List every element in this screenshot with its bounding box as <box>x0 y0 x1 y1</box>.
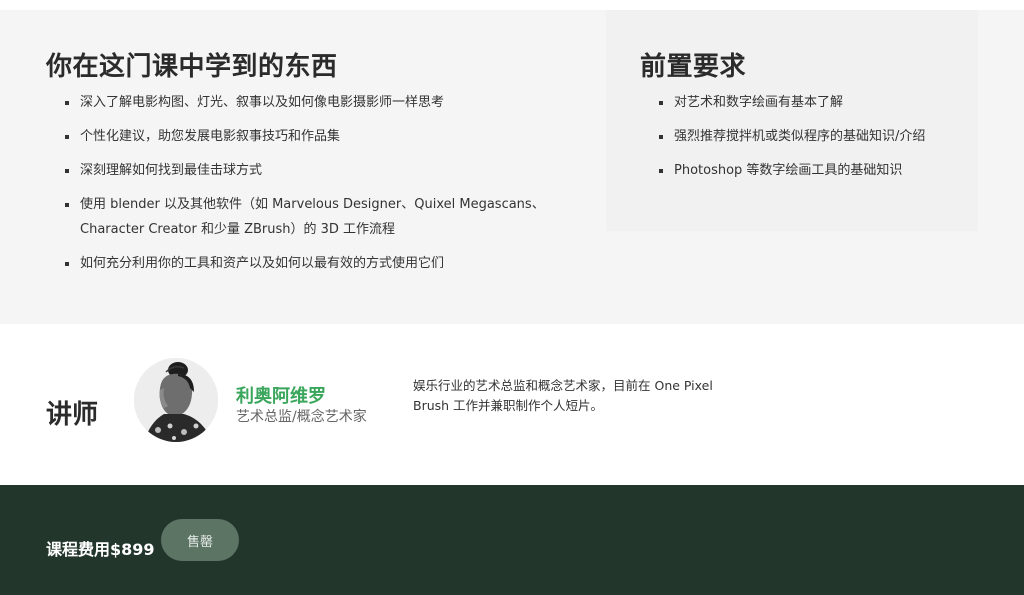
instructor-avatar <box>134 358 218 442</box>
learn-item: 深刻理解如何找到最佳击球方式 <box>46 158 606 183</box>
course-price: 课程费用$899 <box>46 540 155 559</box>
purchase-bar: 课程费用$899 售罄 <box>0 485 1024 595</box>
sold-out-button[interactable]: 售罄 <box>161 519 239 561</box>
instructor-heading: 讲师 <box>46 400 99 430</box>
learn-column: 你在这门课中学到的东西 深入了解电影构图、灯光、叙事以及如何像电影摄影师一样思考… <box>46 50 606 285</box>
instructor-bio: 娱乐行业的艺术总监和概念艺术家，目前在 One Pixel Brush 工作并兼… <box>413 378 713 413</box>
prerequisite-item: Photoshop 等数字绘画工具的基础知识 <box>640 158 970 183</box>
learn-item: 个性化建议，助您发展电影叙事技巧和作品集 <box>46 124 606 149</box>
learn-section: 你在这门课中学到的东西 深入了解电影构图、灯光、叙事以及如何像电影摄影师一样思考… <box>0 10 1024 324</box>
learn-item: 深入了解电影构图、灯光、叙事以及如何像电影摄影师一样思考 <box>46 90 606 115</box>
prerequisites-column: 前置要求 对艺术和数字绘画有基本了解 强烈推荐搅拌机或类似程序的基础知识/介绍 … <box>640 50 970 192</box>
instructor-section: 讲师 利奥阿维罗 艺术总监/概念艺术家 娱乐行业的艺术总监和概念艺术家，目前在 … <box>0 324 1024 485</box>
instructor-role: 艺术总监/概念艺术家 <box>236 409 367 425</box>
prerequisites-list: 对艺术和数字绘画有基本了解 强烈推荐搅拌机或类似程序的基础知识/介绍 Photo… <box>640 90 970 183</box>
prerequisite-item: 强烈推荐搅拌机或类似程序的基础知识/介绍 <box>640 124 970 149</box>
prerequisite-item: 对艺术和数字绘画有基本了解 <box>640 90 970 115</box>
learn-list: 深入了解电影构图、灯光、叙事以及如何像电影摄影师一样思考 个性化建议，助您发展电… <box>46 90 606 276</box>
instructor-name: 利奥阿维罗 <box>236 386 326 407</box>
portrait-image <box>134 358 218 442</box>
learn-item: 如何充分利用你的工具和资产以及如何以最有效的方式使用它们 <box>46 251 606 276</box>
learn-item: 使用 blender 以及其他软件（如 Marvelous Designer、Q… <box>46 192 606 242</box>
prerequisites-panel: 前置要求 对艺术和数字绘画有基本了解 强烈推荐搅拌机或类似程序的基础知识/介绍 … <box>606 10 978 231</box>
prerequisites-title: 前置要求 <box>640 52 747 82</box>
top-strip <box>0 0 1024 10</box>
learn-title: 你在这门课中学到的东西 <box>46 52 338 82</box>
